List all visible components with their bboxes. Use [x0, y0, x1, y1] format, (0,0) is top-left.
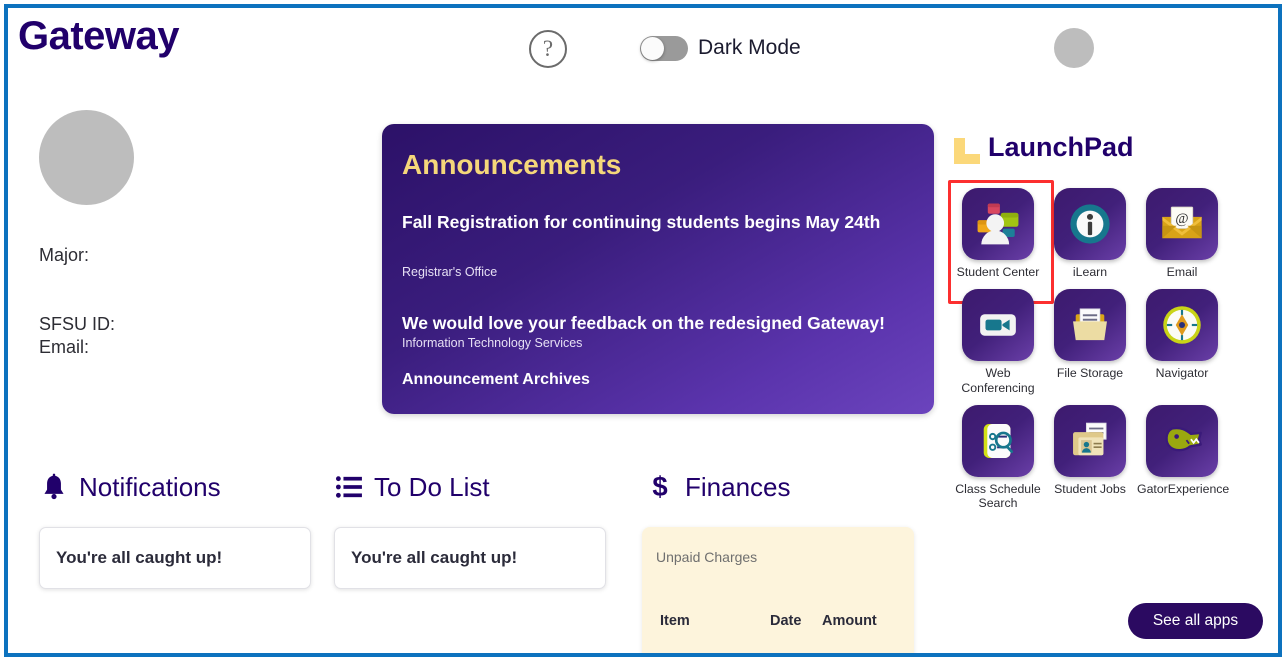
- announcements-heading: Announcements: [402, 149, 622, 180]
- app-label: Class Schedule Search: [955, 481, 1041, 510]
- announcements-card: Announcements Fall Registration for cont…: [382, 124, 934, 414]
- compass-icon: [1146, 289, 1218, 362]
- app-label: Student Jobs: [1054, 481, 1126, 496]
- todo-card: You're all caught up!: [334, 527, 606, 589]
- finances-card: Unpaid Charges Item Date Amount: [642, 527, 914, 653]
- svg-text:@: @: [1175, 211, 1188, 227]
- app-tile-web-conferencing[interactable]: Web Conferencing: [952, 285, 1044, 395]
- notifications-empty-message: You're all caught up!: [56, 548, 223, 567]
- dark-mode-toggle[interactable]: [640, 36, 688, 61]
- dark-mode-label: Dark Mode: [698, 36, 801, 59]
- app-label: Navigator: [1155, 366, 1209, 381]
- launchpad-corner-icon: [954, 138, 980, 164]
- browser-frame: Gateway ? Dark Mode Major: SFSU ID: Emai…: [4, 4, 1282, 657]
- column-header-date: Date: [770, 613, 802, 629]
- svg-text:$: $: [652, 472, 667, 502]
- column-header-item: Item: [660, 613, 690, 629]
- see-all-apps-button[interactable]: See all apps: [1128, 603, 1263, 639]
- ilearn-info-icon: [1054, 188, 1126, 260]
- announcement-archives-link[interactable]: Announcement Archives: [402, 371, 590, 389]
- announcement-source: Information Technology Services: [402, 336, 583, 350]
- student-center-icon: [962, 188, 1034, 260]
- unpaid-charges-label: Unpaid Charges: [656, 549, 758, 565]
- bell-icon: [39, 471, 69, 503]
- app-tile-email[interactable]: @ Email: [1136, 184, 1228, 279]
- dollar-icon: $: [645, 471, 675, 503]
- app-tile-gatorexperience[interactable]: GatorExperience: [1136, 401, 1230, 511]
- profile-email-label: Email:: [39, 337, 90, 357]
- announcement-source: Registrar's Office: [402, 265, 498, 279]
- launchpad-title: LaunchPad: [988, 132, 1134, 162]
- app-tile-student-center[interactable]: Student Center: [948, 179, 1054, 305]
- page-header: Gateway ? Dark Mode: [8, 8, 1278, 86]
- profile-sfsu-id-label: SFSU ID:: [39, 314, 116, 334]
- app-label: GatorExperience: [1137, 481, 1230, 496]
- app-tile-student-jobs[interactable]: Student Jobs: [1044, 401, 1136, 511]
- app-label: Web Conferencing: [961, 366, 1035, 395]
- launchpad-grid: Student Center iLearn @ Email Web Confer…: [948, 179, 1230, 511]
- list-search-icon: [962, 404, 1034, 477]
- app-label: Email: [1166, 265, 1198, 279]
- help-circle-icon[interactable]: ?: [529, 30, 567, 68]
- todo-header: To Do List: [334, 471, 490, 503]
- avatar[interactable]: [1054, 28, 1094, 68]
- todo-empty-message: You're all caught up!: [351, 548, 518, 567]
- page-title: Gateway: [18, 14, 180, 58]
- app-label: Student Center: [956, 265, 1040, 279]
- notifications-header: Notifications: [39, 471, 221, 503]
- finances-header: $ Finances: [645, 471, 791, 503]
- announcement-title[interactable]: We would love your feedback on the redes…: [402, 312, 902, 334]
- notifications-title: Notifications: [79, 471, 221, 502]
- folder-document-icon: [1054, 289, 1126, 362]
- launchpad-row: Student Center iLearn @ Email: [948, 179, 1228, 305]
- notifications-card: You're all caught up!: [39, 527, 311, 589]
- launchpad-row: Web Conferencing File Storage Navigator: [952, 285, 1228, 395]
- launchpad-row: Class Schedule Search Student Jobs Gator…: [952, 401, 1230, 511]
- list-icon: [334, 471, 364, 503]
- app-label: iLearn: [1072, 265, 1108, 279]
- column-header-amount: Amount: [822, 613, 877, 629]
- app-tile-ilearn[interactable]: iLearn: [1044, 184, 1136, 279]
- id-card-folder-icon: [1054, 404, 1126, 477]
- email-envelope-icon: @: [1146, 188, 1218, 260]
- finances-title: Finances: [685, 471, 791, 502]
- profile-major-label: Major:: [39, 245, 90, 265]
- toggle-knob: [641, 37, 664, 60]
- gator-mascot-icon: [1146, 404, 1218, 477]
- todo-title: To Do List: [374, 471, 490, 502]
- app-tile-navigator[interactable]: Navigator: [1136, 285, 1228, 395]
- app-tile-class-schedule-search[interactable]: Class Schedule Search: [952, 401, 1044, 511]
- announcement-title[interactable]: Fall Registration for continuing student…: [402, 211, 902, 233]
- app-tile-file-storage[interactable]: File Storage: [1044, 285, 1136, 395]
- app-label: File Storage: [1056, 366, 1124, 381]
- profile-avatar[interactable]: [39, 110, 134, 205]
- gateway-page: Gateway ? Dark Mode Major: SFSU ID: Emai…: [8, 8, 1278, 653]
- video-camera-icon: [962, 289, 1034, 362]
